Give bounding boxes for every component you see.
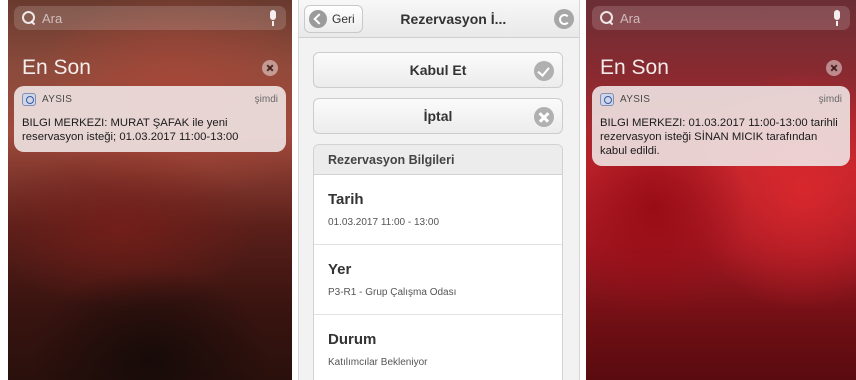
notification-body: BILGI MERKEZI: MURAT ŞAFAK ile yeni rese…	[22, 117, 239, 143]
mic-icon[interactable]	[832, 10, 842, 26]
aysis-app-icon	[600, 92, 614, 106]
info-label: Durum	[328, 331, 377, 348]
x-icon	[534, 107, 554, 127]
aysis-app-icon	[22, 92, 36, 106]
notification-time: şimdi	[818, 93, 842, 105]
search-placeholder: Ara	[42, 10, 63, 26]
notification-card[interactable]: AYSIS şimdi BILGI MERKEZI: 01.03.2017 11…	[592, 86, 850, 166]
main-content: Kabul Et İptal Rezervasyon Bilgileri Tar…	[299, 38, 579, 380]
reservation-app-screen: Geri Rezervasyon İ... Kabul Et İptal Rez…	[298, 0, 580, 380]
info-label: Tarih	[328, 191, 364, 208]
left-lock-screen: Ara En Son AYSIS şimdi BILGI MERKEZI: MU…	[8, 0, 292, 380]
info-item-date: Tarih 01.03.2017 11:00 - 13:00	[314, 175, 562, 245]
check-icon	[534, 61, 554, 81]
notification-body: BILGI MERKEZI: 01.03.2017 11:00-13:00 ta…	[600, 117, 838, 157]
clear-icon[interactable]	[262, 60, 278, 76]
info-value: P3-R1 - Grup Çalışma Odası	[328, 287, 457, 298]
recent-section-header: En Son	[22, 56, 278, 80]
info-value: Katılımcılar Bekleniyor	[328, 357, 428, 368]
nav-bar: Geri Rezervasyon İ...	[299, 0, 579, 38]
info-item-location: Yer P3-R1 - Grup Çalışma Odası	[314, 245, 562, 315]
section-title: En Son	[22, 56, 91, 79]
info-item-status: Durum Katılımcılar Bekleniyor	[314, 315, 562, 380]
refresh-icon[interactable]	[554, 8, 574, 29]
search-placeholder: Ara	[620, 10, 641, 26]
search-icon	[600, 11, 614, 25]
notification-app-name: AYSIS	[42, 93, 73, 105]
notification-header: AYSIS şimdi	[22, 92, 278, 106]
info-label: Yer	[328, 261, 352, 278]
search-icon	[22, 11, 36, 25]
reservation-info-card: Rezervasyon Bilgileri Tarih 01.03.2017 1…	[313, 144, 563, 380]
back-arrow-icon	[309, 9, 327, 28]
cancel-button[interactable]: İptal	[313, 98, 563, 134]
screenshot-composite: Ara En Son AYSIS şimdi BILGI MERKEZI: MU…	[0, 0, 856, 380]
recent-section-header: En Son	[600, 56, 842, 80]
accept-button[interactable]: Kabul Et	[313, 52, 563, 88]
page-title: Rezervasyon İ...	[400, 10, 507, 27]
search-bar[interactable]: Ara	[14, 6, 286, 30]
section-title: En Son	[600, 56, 669, 79]
info-value: 01.03.2017 11:00 - 13:00	[328, 217, 440, 228]
back-button[interactable]: Geri	[304, 4, 363, 33]
mic-icon[interactable]	[268, 10, 278, 26]
right-lock-screen: Ara En Son AYSIS şimdi BILGI MERKEZI: 01…	[586, 0, 856, 380]
notification-card[interactable]: AYSIS şimdi BILGI MERKEZI: MURAT ŞAFAK i…	[14, 86, 286, 152]
back-button-label: Geri	[332, 11, 355, 26]
search-bar[interactable]: Ara	[592, 6, 850, 30]
accept-button-label: Kabul Et	[409, 62, 467, 78]
notification-app-name: AYSIS	[620, 93, 651, 105]
cancel-button-label: İptal	[423, 108, 453, 124]
clear-icon[interactable]	[826, 60, 842, 76]
notification-header: AYSIS şimdi	[600, 92, 842, 106]
info-card-header: Rezervasyon Bilgileri	[314, 145, 562, 175]
notification-time: şimdi	[254, 93, 278, 105]
